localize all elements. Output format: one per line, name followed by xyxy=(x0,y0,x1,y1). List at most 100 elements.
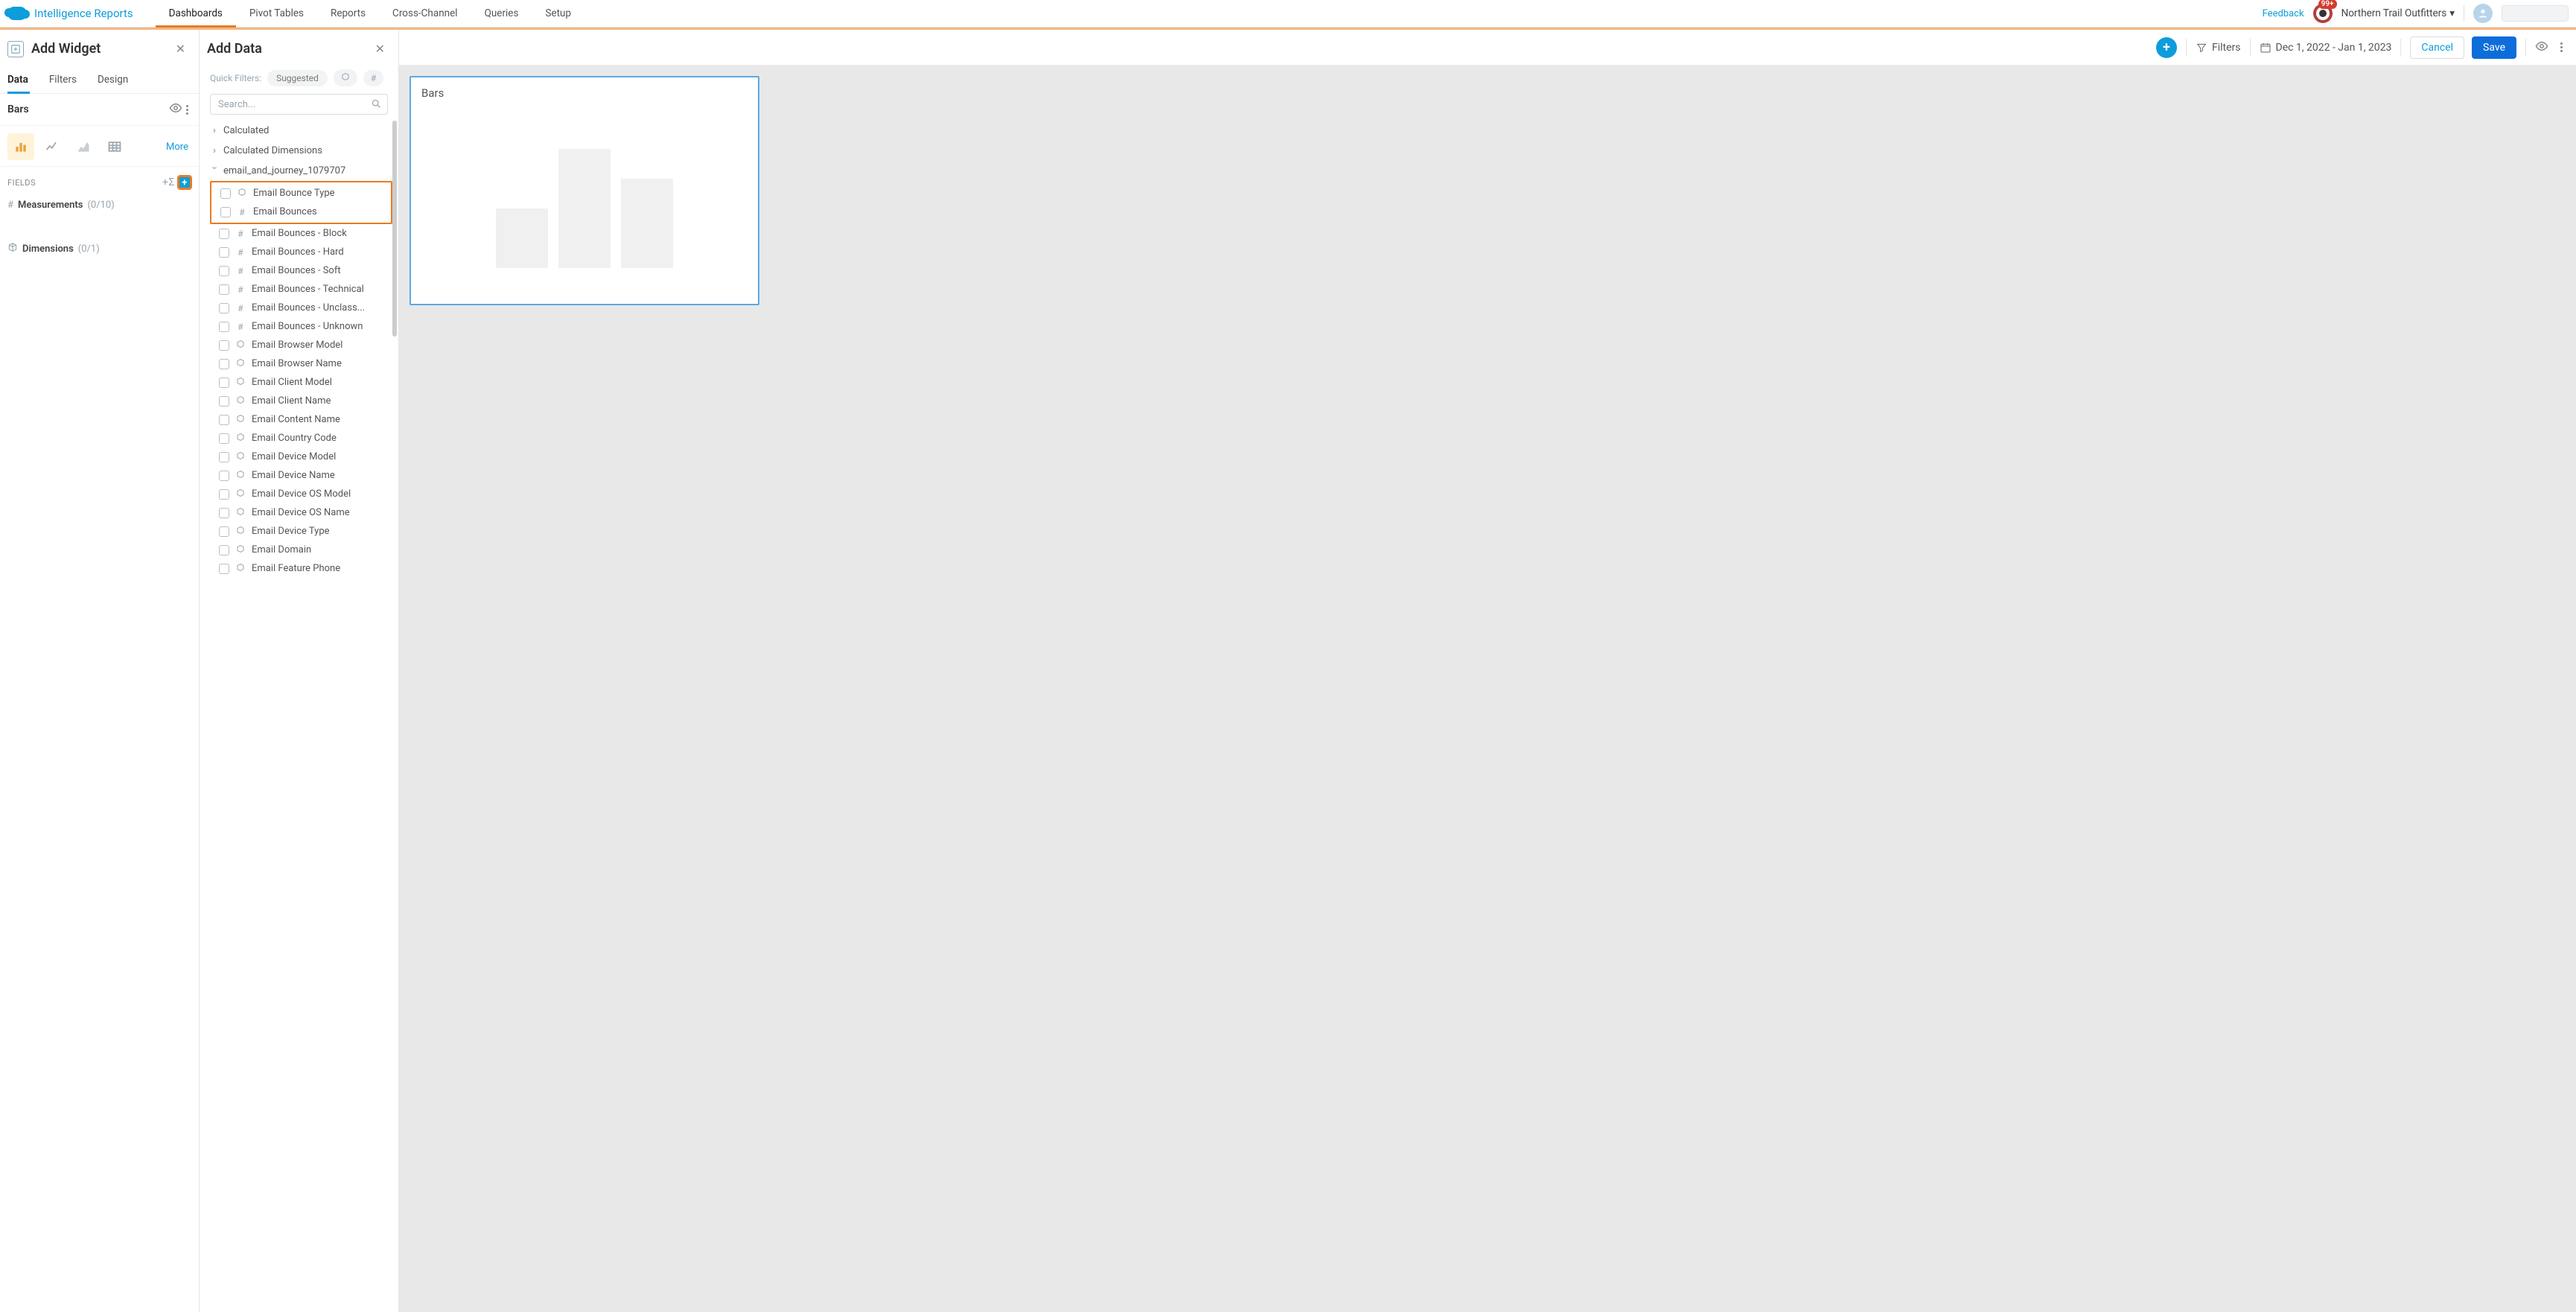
checkbox[interactable] xyxy=(219,508,229,518)
checkbox[interactable] xyxy=(219,489,229,500)
measurement-type-icon: # xyxy=(235,266,246,276)
tree-group-label: email_and_journey_1079707 xyxy=(223,165,345,176)
tree-item[interactable]: # Email Bounces xyxy=(211,203,391,221)
quick-filters-label: Quick Filters: xyxy=(210,73,261,83)
tree-item[interactable]: # Email Bounces - Unclass... xyxy=(204,299,394,317)
tab-data[interactable]: Data xyxy=(7,66,37,93)
checkbox[interactable] xyxy=(219,545,229,555)
dimension-type-icon xyxy=(235,563,246,574)
chart-kebab-menu[interactable] xyxy=(183,102,191,118)
tree-item[interactable]: #Email Bounces - Technical xyxy=(204,280,394,299)
tree-item-label: Email Bounces - Unclass... xyxy=(252,302,365,313)
checkbox[interactable] xyxy=(219,471,229,481)
checkbox[interactable] xyxy=(219,396,229,407)
quick-filter-dimension-icon[interactable] xyxy=(334,69,357,86)
org-switcher[interactable]: Northern Trail Outfitters ▾ xyxy=(2341,7,2455,19)
chart-type-area[interactable] xyxy=(70,133,97,160)
nav-tab-reports[interactable]: Reports xyxy=(317,0,379,27)
checkbox[interactable] xyxy=(219,340,229,351)
tree-group-calculated[interactable]: › Calculated xyxy=(204,121,394,141)
tree-item[interactable]: #Email Bounces - Block xyxy=(204,224,394,243)
add-widget-icon xyxy=(7,41,24,57)
tree-item[interactable]: Email Browser Name xyxy=(204,354,394,373)
checkbox[interactable] xyxy=(219,359,229,369)
chart-type-more-link[interactable]: More xyxy=(166,141,191,153)
user-menu-placeholder[interactable] xyxy=(2502,5,2569,22)
nav-tab-cross-channel[interactable]: Cross-Channel xyxy=(379,0,471,27)
chart-type-bar[interactable] xyxy=(7,133,34,160)
checkbox[interactable] xyxy=(219,415,229,425)
quick-filter-measurement-icon[interactable]: # xyxy=(363,70,383,86)
filters-button[interactable]: Filters xyxy=(2196,42,2241,54)
tree-item[interactable]: Email Client Model xyxy=(204,373,394,392)
checkbox[interactable] xyxy=(219,378,229,388)
tree-item-label: Email Bounce Type xyxy=(253,188,335,199)
checkbox[interactable] xyxy=(219,229,229,239)
notifications-button[interactable]: 99+ xyxy=(2313,4,2333,23)
save-button[interactable]: Save xyxy=(2472,36,2516,59)
add-field-button[interactable]: + xyxy=(178,176,191,189)
widget-card[interactable]: Bars xyxy=(409,76,759,305)
tree-item[interactable]: Email Domain xyxy=(204,541,394,559)
add-widget-circle-button[interactable]: + xyxy=(2156,37,2177,58)
plus-sigma-icon[interactable]: +Σ xyxy=(162,176,175,188)
nav-tab-queries[interactable]: Queries xyxy=(471,0,532,27)
date-range-picker[interactable]: Dec 1, 2022 - Jan 1, 2023 xyxy=(2260,42,2392,54)
tree-item[interactable]: Email Country Code xyxy=(204,429,394,448)
tree-item[interactable]: Email Browser Model xyxy=(204,336,394,354)
checkbox[interactable] xyxy=(219,526,229,537)
tree-item[interactable]: Email Client Name xyxy=(204,392,394,410)
tree-item[interactable]: Email Device Type xyxy=(204,522,394,541)
close-add-data-button[interactable]: ✕ xyxy=(372,39,388,59)
feedback-link[interactable]: Feedback xyxy=(2263,8,2304,19)
tree-item[interactable]: Email Device OS Name xyxy=(204,503,394,522)
data-tree: › Calculated › Calculated Dimensions › e… xyxy=(200,121,398,584)
add-data-search-input[interactable] xyxy=(210,94,388,115)
tree-group-email-journey[interactable]: › email_and_journey_1079707 xyxy=(204,161,394,181)
checkbox[interactable] xyxy=(219,247,229,258)
measurement-type-icon: # xyxy=(235,303,246,313)
cancel-button[interactable]: Cancel xyxy=(2410,36,2464,59)
quick-filter-suggested[interactable]: Suggested xyxy=(267,70,328,86)
checkbox[interactable] xyxy=(219,284,229,295)
dimensions-group[interactable]: Dimensions (0/1) xyxy=(0,236,199,261)
tree-item[interactable]: Email Device Model xyxy=(204,448,394,466)
chevron-right-icon: › xyxy=(210,145,219,156)
tree-item[interactable]: Email Content Name xyxy=(204,410,394,429)
highlighted-fields: Email Bounce Type # Email Bounces xyxy=(210,181,392,224)
tree-item[interactable]: #Email Bounces - Unknown xyxy=(204,317,394,336)
close-add-widget-button[interactable]: ✕ xyxy=(173,39,188,59)
measurements-group[interactable]: # Measurements (0/10) xyxy=(0,194,199,217)
chart-type-line[interactable] xyxy=(39,133,66,160)
dimension-type-icon xyxy=(235,395,246,407)
tree-item[interactable]: Email Bounce Type xyxy=(211,184,391,203)
chart-type-table[interactable] xyxy=(101,133,128,160)
add-data-panel: Add Data ✕ Quick Filters: Suggested # › … xyxy=(200,30,399,1312)
preview-visibility-icon[interactable] xyxy=(2535,39,2548,56)
tree-item[interactable]: #Email Bounces - Hard xyxy=(204,243,394,261)
tree-item[interactable]: Email Feature Phone xyxy=(204,559,394,578)
checkbox[interactable] xyxy=(219,433,229,444)
tree-scrollbar[interactable] xyxy=(392,121,397,337)
measurement-type-icon: # xyxy=(235,322,246,332)
checkbox[interactable] xyxy=(219,303,229,313)
checkbox[interactable] xyxy=(219,564,229,574)
canvas-kebab-menu[interactable] xyxy=(2557,39,2566,55)
tree-group-calculated-dimensions[interactable]: › Calculated Dimensions xyxy=(204,141,394,161)
canvas-area[interactable]: Bars xyxy=(399,66,2576,1312)
tree-item[interactable]: Email Device Name xyxy=(204,466,394,485)
nav-tab-pivot-tables[interactable]: Pivot Tables xyxy=(236,0,317,27)
tree-item[interactable]: #Email Bounces - Soft xyxy=(204,261,394,280)
user-avatar[interactable] xyxy=(2473,4,2493,23)
nav-tab-dashboards[interactable]: Dashboards xyxy=(156,0,236,27)
checkbox[interactable] xyxy=(220,207,231,217)
checkbox[interactable] xyxy=(220,188,231,199)
nav-tab-setup[interactable]: Setup xyxy=(532,0,584,27)
checkbox[interactable] xyxy=(219,322,229,332)
tree-item[interactable]: Email Device OS Model xyxy=(204,485,394,503)
checkbox[interactable] xyxy=(219,266,229,276)
tab-filters[interactable]: Filters xyxy=(49,66,86,93)
visibility-toggle-icon[interactable] xyxy=(168,101,183,118)
tab-design[interactable]: Design xyxy=(98,66,137,93)
checkbox[interactable] xyxy=(219,452,229,462)
